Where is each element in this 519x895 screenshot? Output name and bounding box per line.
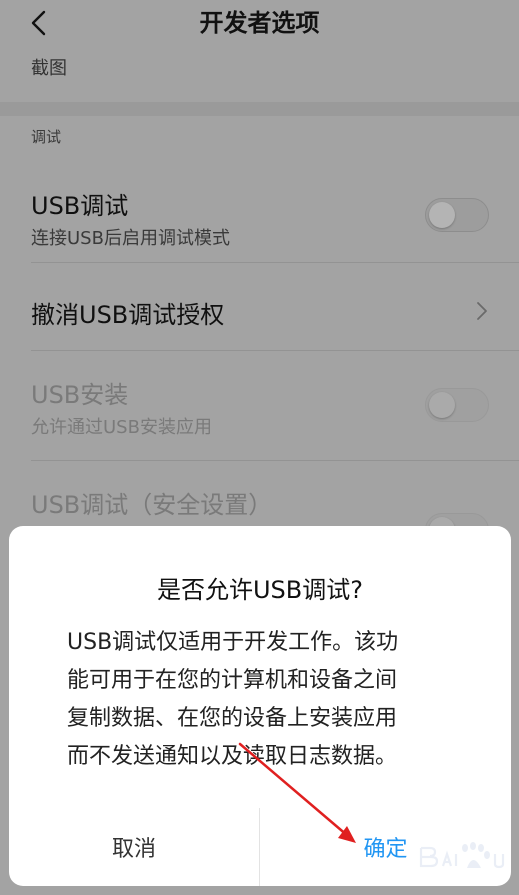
allow-usb-debugging-dialog: 是否允许USB调试? USB调试仅适用于开发工作。该功 能可用于在您的计算机和设… (9, 526, 511, 886)
cancel-button[interactable]: 取消 (9, 808, 259, 886)
screenshot-label: 截图 (31, 58, 67, 79)
dialog-message-line: 复制数据、在您的设备上安装应用 (67, 706, 398, 731)
settings-row-revoke-usb-auth[interactable]: 撤消USB调试授权 (0, 263, 519, 350)
usb-debugging-title: USB调试 (31, 192, 129, 220)
usb-debugging-toggle[interactable] (425, 198, 489, 232)
baidu-paw-logo-icon (419, 842, 505, 869)
usb-debugging-security-title: USB调试（安全设置） (31, 491, 273, 519)
section-title-debug: 调试 (31, 128, 62, 146)
dialog-title: 是否允许USB调试? (156, 576, 363, 604)
dialog-message-line: USB调试仅适用于开发工作。该功 (67, 630, 399, 655)
dialog-message: USB调试仅适用于开发工作。该功 能可用于在您的计算机和设备之间 复制数据、在您… (67, 624, 467, 776)
usb-install-title: USB安装 (31, 381, 129, 409)
usb-install-toggle[interactable] (425, 388, 489, 422)
usb-install-subtitle: 允许通过USB安装应用 (31, 417, 212, 438)
revoke-usb-auth-title: 撤消USB调试授权 (31, 301, 225, 329)
dialog-message-line: 能可用于在您的计算机和设备之间 (67, 668, 398, 693)
settings-row-screenshot[interactable]: 截图 (0, 52, 519, 102)
developer-options-screen: 开发者选项 截图 调试 USB调试 连接USB后启用调试模式 撤消USB调试授权… (0, 0, 519, 895)
toggle-knob (429, 202, 455, 228)
page-title: 开发者选项 (199, 9, 320, 37)
settings-row-usb-install[interactable]: USB安装 允许通过USB安装应用 (0, 351, 519, 460)
settings-row-usb-debugging[interactable]: USB调试 连接USB后启用调试模式 (0, 170, 519, 262)
dialog-message-line: 而不发送通知以及读取日志数据。 (67, 744, 398, 769)
chevron-right-icon (477, 302, 487, 320)
toggle-knob (429, 392, 455, 418)
section-gap (0, 102, 519, 116)
header-bar: 开发者选项 (0, 0, 519, 52)
usb-debugging-subtitle: 连接USB后启用调试模式 (31, 228, 230, 249)
